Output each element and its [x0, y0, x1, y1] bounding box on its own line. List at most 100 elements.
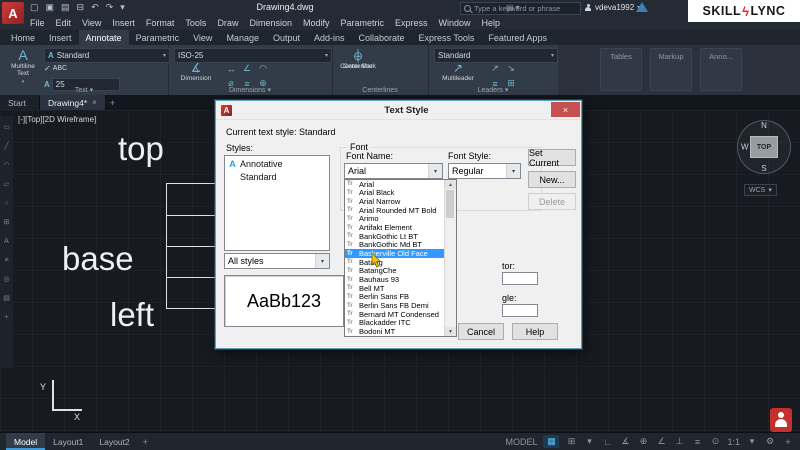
help-button[interactable]: Help: [512, 323, 558, 340]
style-item[interactable]: A Annotative: [225, 157, 329, 170]
set-current-button[interactable]: Set Current: [528, 148, 576, 168]
layout-tab[interactable]: Layout2: [91, 433, 137, 450]
font-option[interactable]: Tr Bauhaus 93: [345, 275, 445, 284]
layout-tab[interactable]: Layout1: [45, 433, 91, 450]
search-box[interactable]: Type a keyword or phrase: [460, 2, 581, 15]
new-button[interactable]: New...: [528, 171, 576, 188]
model-space-label[interactable]: MODEL: [505, 435, 537, 448]
customize-plus-icon[interactable]: +: [782, 435, 794, 448]
menu-item[interactable]: Insert: [112, 18, 135, 28]
list-icon[interactable]: ≡: [4, 257, 8, 264]
menu-item[interactable]: Tools: [185, 18, 206, 28]
font-option[interactable]: Tr Arial Black: [345, 189, 445, 198]
wcs-dropdown[interactable]: WCS ▾: [744, 184, 777, 196]
circle-icon[interactable]: ○: [4, 200, 8, 207]
check-spelling-button[interactable]: ✓ ABC: [44, 64, 67, 73]
new-tab-button[interactable]: +: [106, 95, 119, 110]
menu-item[interactable]: Dimension: [249, 18, 292, 28]
line-icon[interactable]: ╱: [4, 143, 8, 150]
close-button[interactable]: ×: [551, 102, 580, 117]
viewport-controls[interactable]: [-][Top][2D Wireframe]: [18, 115, 96, 124]
object-snap-icon[interactable]: ⊥: [673, 435, 685, 448]
selection-cycling-icon[interactable]: ⊙: [709, 435, 721, 448]
arc-icon[interactable]: ◠: [3, 162, 9, 169]
file-tab[interactable]: Start: [0, 95, 40, 110]
viewcube-top-face[interactable]: TOP: [750, 136, 778, 158]
polyline-icon[interactable]: ▱: [4, 181, 9, 188]
ribbon-tab[interactable]: Manage: [219, 30, 266, 45]
linear-dimension-icon[interactable]: ↔: [224, 62, 238, 75]
menu-item[interactable]: Help: [482, 18, 501, 28]
ribbon-tab[interactable]: Express Tools: [412, 30, 482, 45]
collapsed-panel[interactable]: Tables: [600, 48, 642, 91]
font-option[interactable]: Tr BankGothic Lt BT: [345, 232, 445, 241]
font-option[interactable]: Tr Batang: [345, 258, 445, 267]
font-option[interactable]: Tr Blackadder ITC: [345, 319, 445, 328]
skill-lync-badge[interactable]: [770, 408, 792, 432]
ortho-icon[interactable]: ∟: [601, 435, 613, 448]
font-option[interactable]: Tr Artifakt Element: [345, 223, 445, 232]
menu-item[interactable]: Express: [395, 18, 428, 28]
font-option[interactable]: Tr Bernard MT Condensed: [345, 310, 445, 319]
alert-triangle-icon[interactable]: [636, 2, 648, 12]
osnap-icon[interactable]: ∠: [655, 435, 667, 448]
centerline-button[interactable]: ┆ Centerline: [338, 50, 378, 70]
center-tool-icon[interactable]: ◎: [3, 276, 9, 283]
scroll-thumb[interactable]: [446, 190, 454, 218]
scroll-up-icon[interactable]: ▲: [445, 180, 456, 189]
ribbon-tab[interactable]: Output: [266, 30, 307, 45]
close-icon[interactable]: ×: [92, 98, 97, 107]
text-tool-icon[interactable]: A: [4, 238, 9, 245]
ribbon-tab[interactable]: Featured Apps: [481, 30, 554, 45]
viewcube-north[interactable]: N: [761, 121, 767, 130]
rectangle-icon[interactable]: ⊞: [4, 219, 10, 226]
scale-dropdown-icon[interactable]: ▾: [746, 435, 758, 448]
annotation-scale-label[interactable]: 1:1: [727, 435, 740, 448]
remove-leader-icon[interactable]: ↘: [504, 62, 518, 75]
layout-tab[interactable]: Model: [6, 433, 46, 450]
menu-item[interactable]: Edit: [56, 18, 72, 28]
panel-label-leaders[interactable]: Leaders ▾: [428, 86, 558, 94]
ribbon-tab[interactable]: Annotate: [78, 30, 129, 45]
menu-item[interactable]: File: [30, 18, 45, 28]
ribbon-tab[interactable]: Collaborate: [352, 30, 412, 45]
width-factor-field[interactable]: [502, 272, 538, 285]
plus-tool-icon[interactable]: +: [4, 314, 8, 321]
file-tab[interactable]: Drawing4* ×: [39, 95, 106, 110]
dialog-title-bar[interactable]: A Text Style: [216, 101, 581, 120]
cancel-button[interactable]: Cancel: [458, 323, 504, 340]
dimension-button[interactable]: ∡ Dimension: [176, 62, 216, 82]
app-logo[interactable]: A: [2, 2, 24, 24]
add-leader-icon[interactable]: ↗: [488, 62, 502, 75]
font-option[interactable]: Tr Berlin Sans FB Demi: [345, 301, 445, 310]
font-option[interactable]: Tr Bodoni MT: [345, 327, 445, 336]
font-option[interactable]: Tr Baskerville Old Face: [345, 249, 445, 259]
ribbon-options[interactable]: ▤ ▾: [506, 0, 520, 15]
font-option[interactable]: Tr Berlin Sans FB: [345, 293, 445, 302]
hatch-icon[interactable]: ▤: [3, 295, 10, 302]
menu-item[interactable]: Draw: [217, 18, 238, 28]
multileader-button[interactable]: ↗ Multileader: [436, 62, 480, 82]
ribbon-tab[interactable]: View: [186, 30, 219, 45]
arc-length-icon[interactable]: ◠: [256, 62, 270, 75]
text-style-dropdown[interactable]: A Standard ▾: [44, 48, 170, 63]
collapsed-panel[interactable]: Markup: [650, 48, 692, 91]
menu-item[interactable]: View: [82, 18, 101, 28]
menu-item[interactable]: Modify: [303, 18, 330, 28]
font-style-dropdown[interactable]: Regular ▾: [448, 163, 521, 179]
style-filter-dropdown[interactable]: All styles ▾: [224, 253, 330, 269]
font-name-dropdown[interactable]: Arial ▾: [344, 163, 443, 179]
view-cube[interactable]: N W S TOP: [737, 120, 791, 174]
font-option[interactable]: Tr Bell MT: [345, 284, 445, 293]
viewcube-south[interactable]: S: [761, 164, 766, 173]
snap-mode-icon[interactable]: ⊞: [565, 435, 577, 448]
menu-item[interactable]: Format: [146, 18, 175, 28]
grid-icon[interactable]: ▦: [543, 435, 560, 448]
panel-label-dimensions[interactable]: Dimensions ▾: [168, 86, 332, 94]
menu-item[interactable]: Parametric: [341, 18, 385, 28]
panel-label-centerlines[interactable]: Centerlines: [332, 87, 428, 94]
styles-list[interactable]: A Annotative Standard: [224, 155, 330, 251]
lineweight-icon[interactable]: ≡: [691, 435, 703, 448]
oblique-angle-field[interactable]: [502, 304, 538, 317]
menu-item[interactable]: Window: [439, 18, 471, 28]
